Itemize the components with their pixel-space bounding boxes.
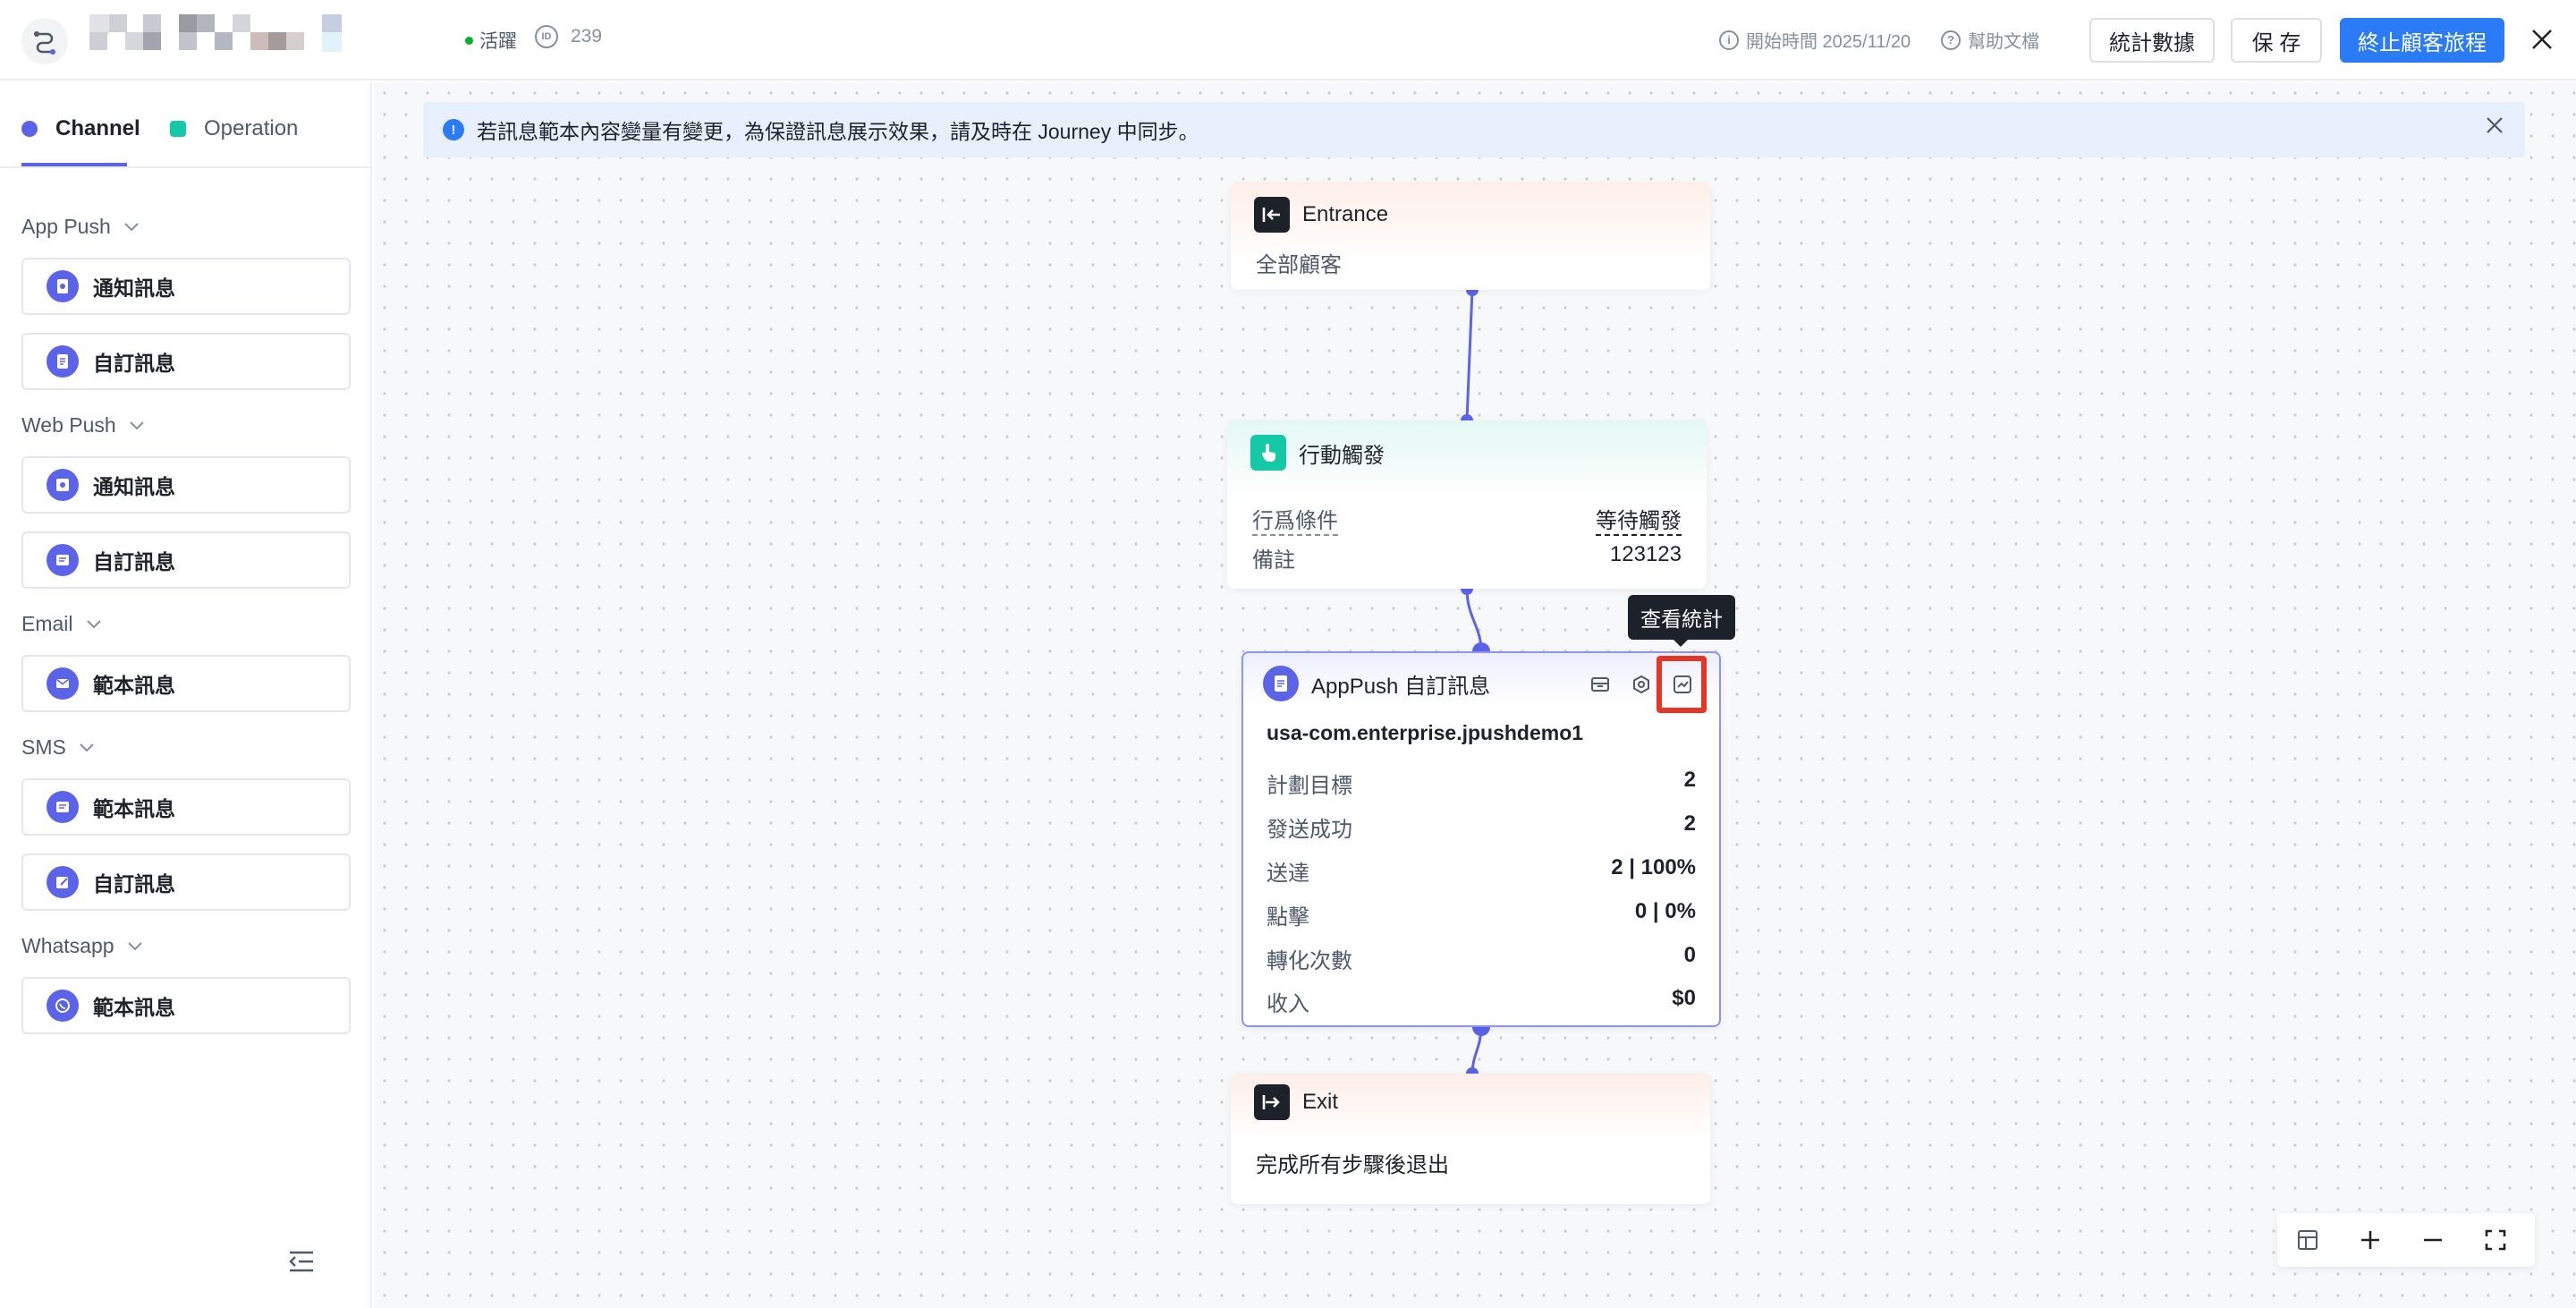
- entrance-title: Entrance: [1302, 202, 1389, 226]
- document-icon: [1263, 666, 1299, 701]
- stat-label: 計劃目標: [1267, 774, 1352, 798]
- stat-value: $0: [1672, 986, 1696, 1010]
- stat-row: 送達 2 | 100%: [1267, 855, 1696, 887]
- app-package-name: usa-com.enterprise.jpushdemo1: [1267, 721, 1584, 744]
- zoom-in-icon[interactable]: [2354, 1224, 2386, 1256]
- view-stats-tooltip: 查看統計: [1628, 595, 1735, 647]
- trigger-title: 行動觸發: [1299, 443, 1385, 468]
- exit-icon: [1254, 1084, 1290, 1120]
- action-trigger-node[interactable]: 行動觸發 行爲條件 等待觸發 備註 123123: [1227, 420, 1707, 589]
- stat-row: 發送成功 2: [1267, 811, 1696, 843]
- entrance-audience: 全部顧客: [1256, 253, 1342, 277]
- stat-value: 2: [1683, 768, 1696, 792]
- exit-description: 完成所有步驟後退出: [1256, 1153, 1449, 1177]
- note-label: 備註: [1252, 548, 1295, 573]
- apppush-custom-node[interactable]: AppPush 自訂訊息 usa-com.enterprise.jpushdem…: [1241, 651, 1721, 1027]
- stat-value: 0: [1683, 943, 1696, 967]
- layout-icon[interactable]: [2292, 1224, 2324, 1256]
- canvas-controls: [2277, 1213, 2535, 1267]
- settings-icon[interactable]: [1628, 671, 1655, 698]
- stat-row: 點擊 0 | 0%: [1267, 899, 1696, 930]
- trigger-note-row: 備註 123123: [1252, 542, 1682, 573]
- stat-label: 轉化次數: [1267, 949, 1352, 973]
- entrance-node[interactable]: Entrance 全部顧客: [1231, 183, 1710, 290]
- condition-label: 行爲條件: [1252, 503, 1338, 536]
- note-value: 123123: [1609, 542, 1682, 566]
- stat-label: 收入: [1267, 992, 1309, 1016]
- zoom-out-icon[interactable]: [2417, 1224, 2449, 1256]
- stat-label: 點擊: [1267, 905, 1309, 930]
- stat-value: 2 | 100%: [1611, 855, 1696, 879]
- stat-label: 發送成功: [1267, 818, 1352, 842]
- exit-title: Exit: [1302, 1090, 1339, 1114]
- condition-value[interactable]: 等待觸發: [1596, 503, 1682, 536]
- fullscreen-icon[interactable]: [2479, 1224, 2512, 1256]
- trigger-condition-row: 行爲條件 等待觸發: [1252, 503, 1682, 536]
- entrance-icon: [1254, 197, 1290, 233]
- stat-value: 2: [1683, 811, 1696, 836]
- stat-value: 0 | 0%: [1634, 899, 1696, 923]
- stat-row: 計劃目標 2: [1267, 768, 1696, 799]
- view-stats-highlight: [1657, 656, 1707, 713]
- stat-row: 收入 $0: [1267, 986, 1696, 1017]
- touch-icon: [1250, 435, 1286, 471]
- archive-icon[interactable]: [1587, 671, 1614, 698]
- exit-node[interactable]: Exit 完成所有步驟後退出: [1231, 1074, 1710, 1204]
- apppush-title: AppPush 自訂訊息: [1311, 674, 1491, 699]
- stat-label: 送達: [1267, 862, 1309, 886]
- stat-row: 轉化次數 0: [1267, 943, 1696, 974]
